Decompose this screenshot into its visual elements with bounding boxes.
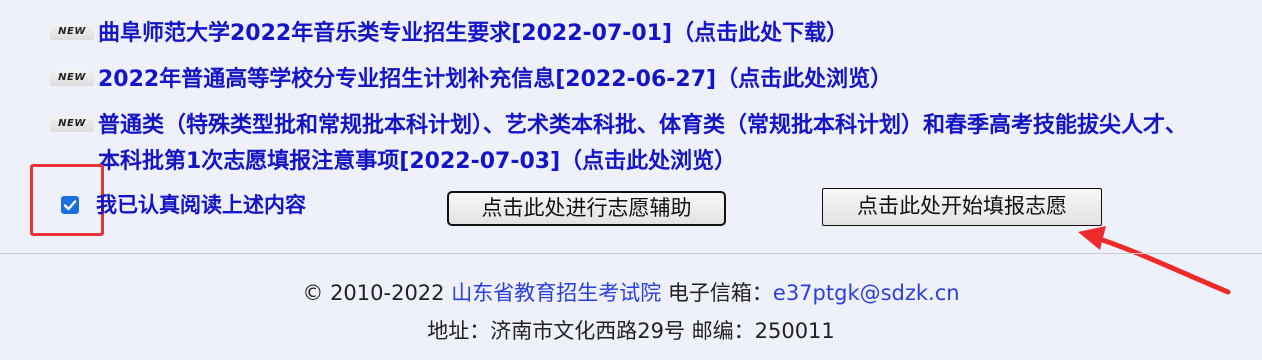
email-label: 电子信箱： <box>667 281 773 305</box>
checkmark-icon <box>63 200 77 211</box>
footer-divider <box>0 253 1262 254</box>
new-badge-icon: NEW <box>50 24 94 40</box>
org-link[interactable]: 山东省教育招生考试院 <box>451 281 661 305</box>
footer-address: 地址：济南市文化西路29号 邮编：250011 <box>427 319 835 343</box>
email-link[interactable]: e37ptgk@sdzk.cn <box>773 281 960 305</box>
copyright-text: © 2010-2022 <box>302 281 445 305</box>
notice-item-enrollment-plan[interactable]: NEW 2022年普通高等学校分专业招生计划补充信息[2022-06-27]（点… <box>50 62 892 98</box>
notice-link[interactable]: 普通类（特殊类型批和常规批本科计划）、艺术类本科批、体育类（常规批本科计划）和春… <box>98 108 1190 180</box>
notice-link[interactable]: 2022年普通高等学校分专业招生计划补充信息[2022-06-27]（点击此处浏… <box>98 62 892 98</box>
application-assist-button[interactable]: 点击此处进行志愿辅助 <box>447 191 726 226</box>
new-badge-icon: NEW <box>50 116 94 132</box>
agree-checkbox[interactable] <box>61 196 79 214</box>
notice-item-music-requirements[interactable]: NEW 曲阜师范大学2022年音乐类专业招生要求[2022-07-01]（点击此… <box>50 16 848 52</box>
enrollment-page: NEW 曲阜师范大学2022年音乐类专业招生要求[2022-07-01]（点击此… <box>0 0 1262 360</box>
new-badge-icon: NEW <box>50 70 94 86</box>
notice-link[interactable]: 曲阜师范大学2022年音乐类专业招生要求[2022-07-01]（点击此处下载） <box>98 16 848 52</box>
footer-copyright-line: © 2010-2022 山东省教育招生考试院 电子信箱：e37ptgk@sdzk… <box>0 278 1262 308</box>
agree-label[interactable]: 我已认真阅读上述内容 <box>96 190 306 220</box>
notice-item-application-guidelines[interactable]: NEW 普通类（特殊类型批和常规批本科计划）、艺术类本科批、体育类（常规批本科计… <box>50 108 1190 180</box>
